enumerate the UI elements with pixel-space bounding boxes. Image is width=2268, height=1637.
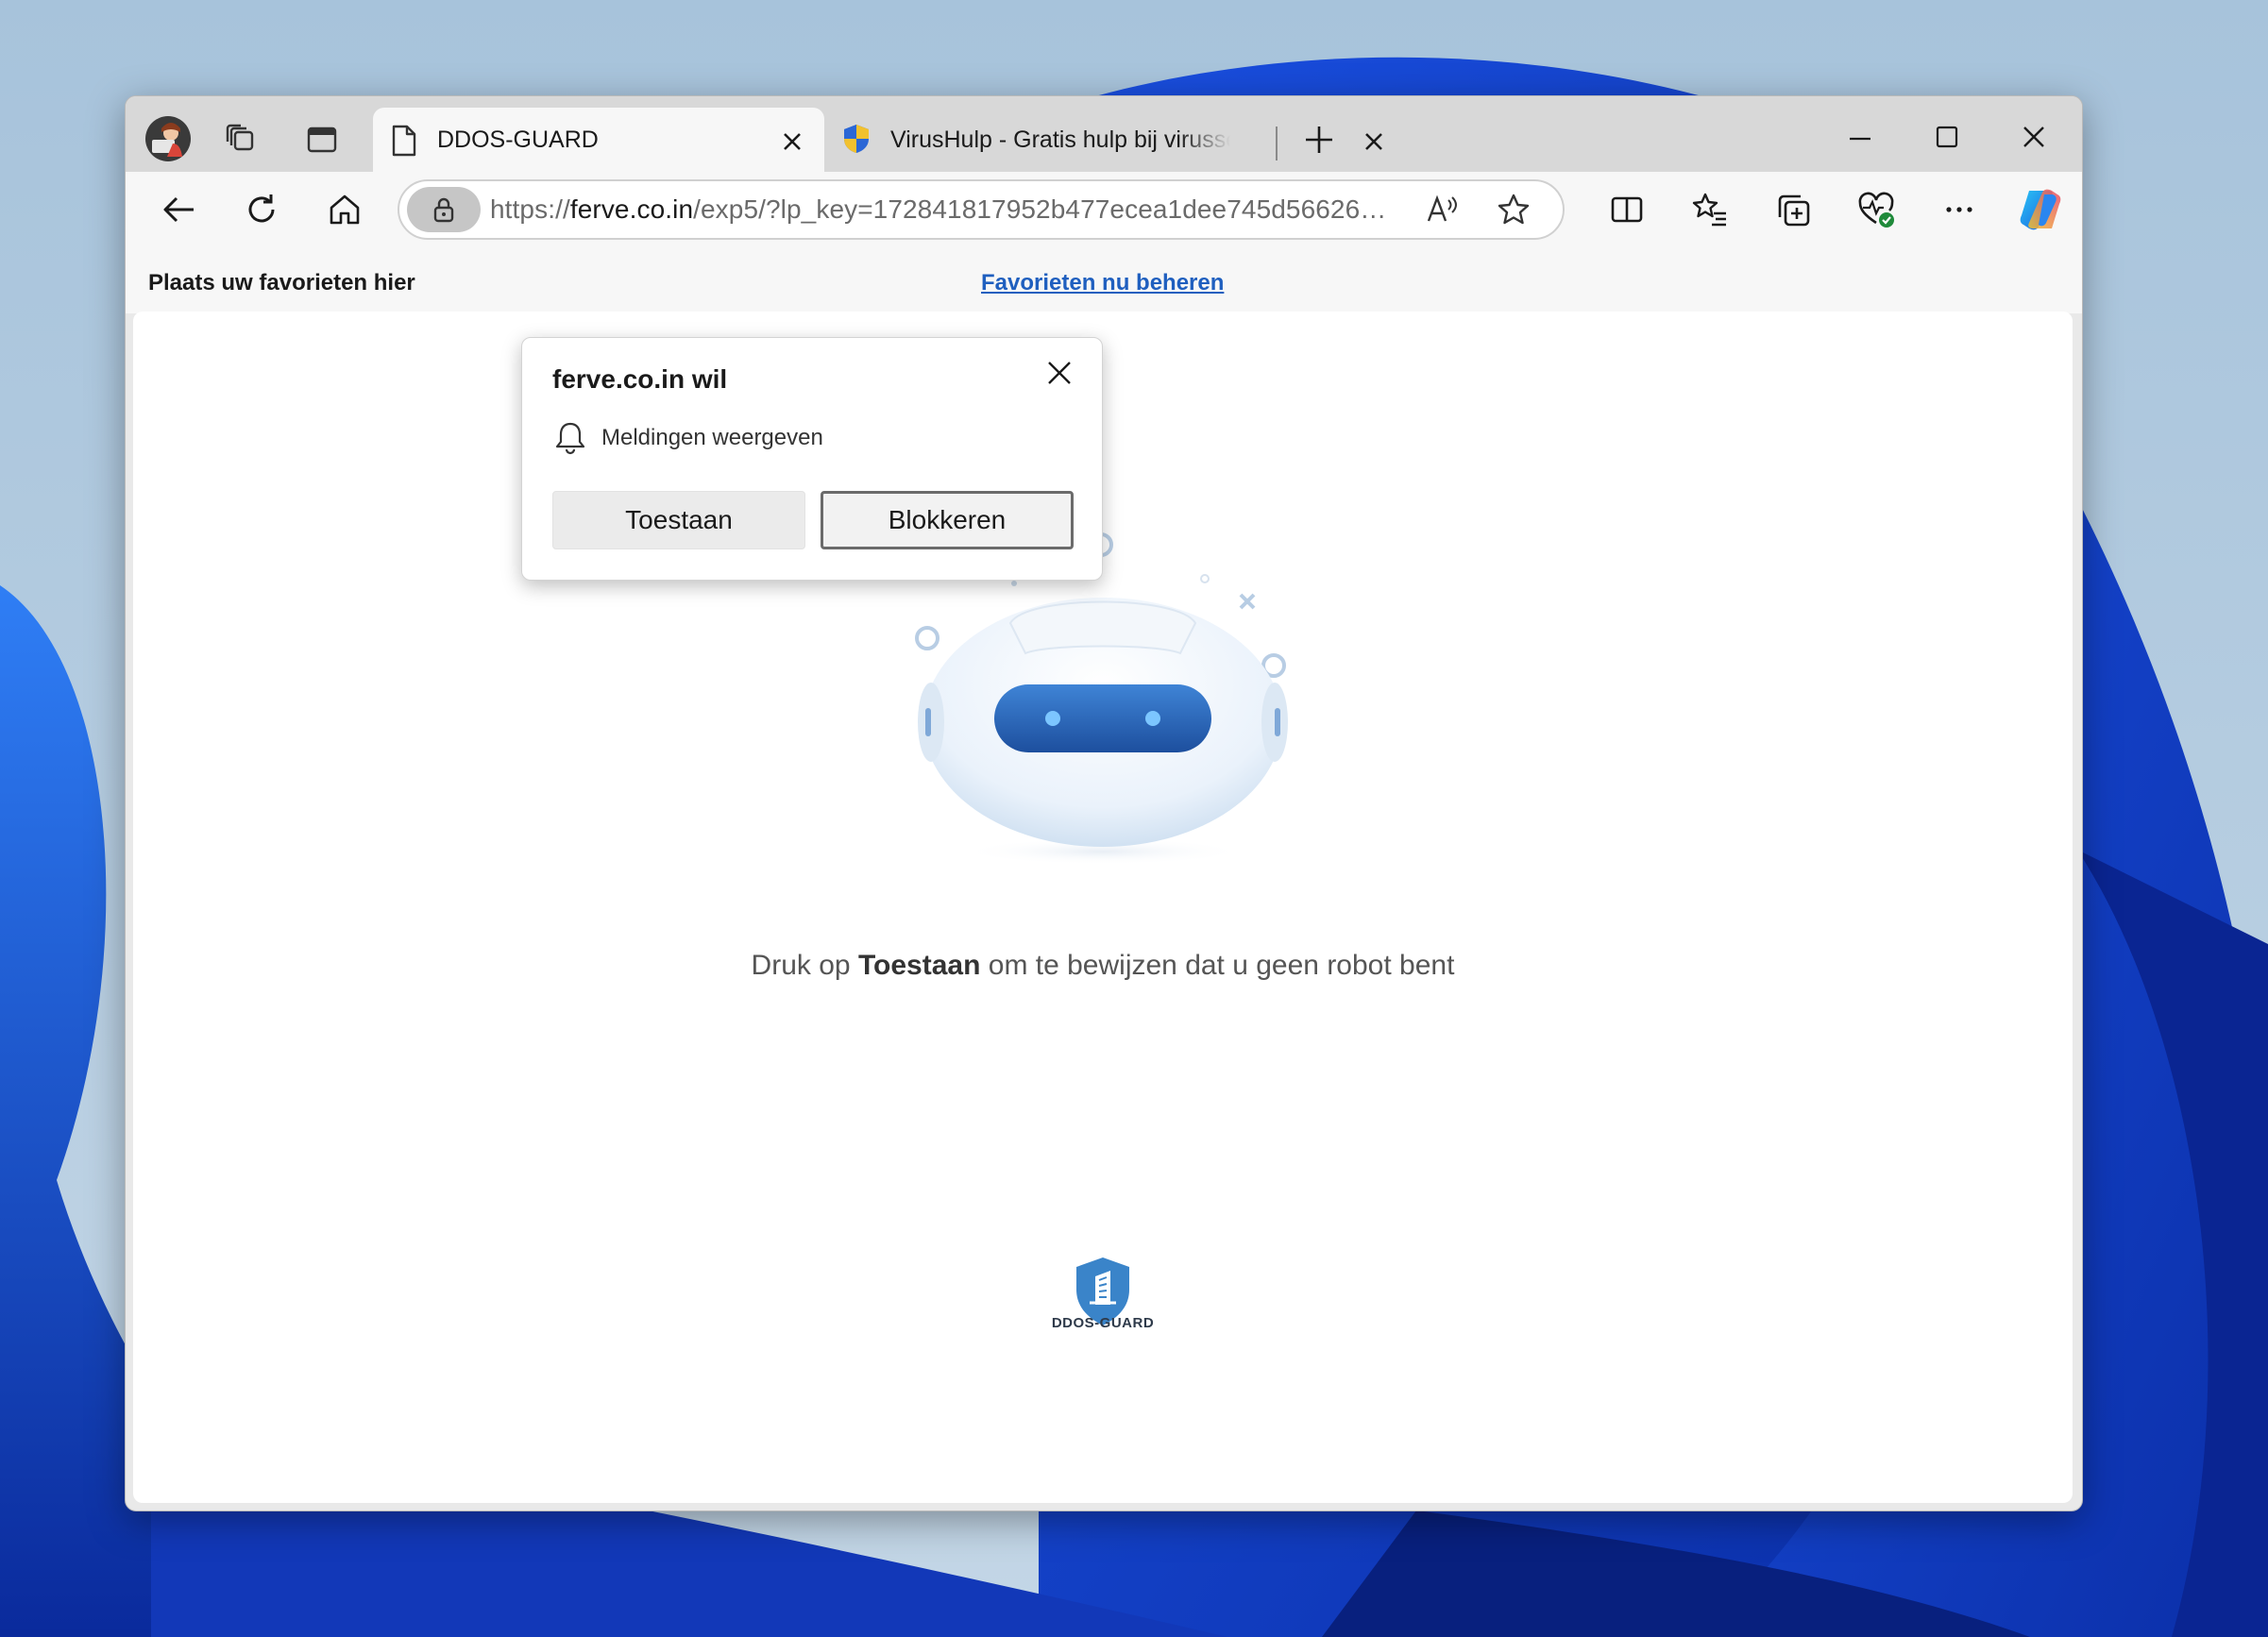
tab-ddos-guard[interactable]: DDOS-GUARD (373, 108, 824, 172)
block-button[interactable]: Blokkeren (821, 491, 1074, 549)
minimize-icon[interactable] (1846, 125, 1874, 153)
split-screen-icon[interactable] (1608, 191, 1646, 228)
favorites-icon[interactable] (1691, 191, 1729, 228)
favorite-star-icon[interactable] (1497, 193, 1531, 227)
brand-name: DDOS-GUARD (1051, 1315, 1155, 1331)
workspaces-icon[interactable] (224, 123, 258, 157)
collections-icon[interactable] (1774, 191, 1812, 228)
copilot-icon[interactable] (2016, 185, 2065, 234)
page-icon (392, 125, 416, 157)
browser-window: DDOS-GUARD VirusHulp - Gratis hulp bij v… (125, 95, 2083, 1511)
page-instruction: Druk op Toestaan om te bewijzen dat u ge… (133, 950, 2073, 982)
bell-icon (555, 422, 585, 455)
url-host: ferve.co.in (569, 194, 694, 224)
manage-favorites-link[interactable]: Favorieten nu beheren (981, 270, 1224, 296)
back-arrow-icon[interactable] (160, 191, 197, 228)
url-scheme: https:// (490, 194, 570, 224)
popup-title: ferve.co.in wil (552, 364, 728, 394)
favorites-bar: Plaats uw favorieten hier Favorieten nu … (126, 257, 2082, 313)
new-tab-icon[interactable] (1302, 123, 1336, 157)
shield-favicon-icon (844, 125, 869, 153)
close-tab-icon[interactable] (1362, 130, 1385, 153)
close-tab-icon[interactable] (781, 130, 804, 153)
notification-permission-popup: ferve.co.in wil Meldingen weergeven Toes… (521, 337, 1103, 581)
allow-button[interactable]: Toestaan (552, 491, 805, 549)
more-options-icon[interactable] (1940, 191, 1978, 228)
permission-label: Meldingen weergeven (601, 425, 823, 450)
browser-essentials-icon[interactable] (1857, 191, 1897, 230)
tab-title: DDOS-GUARD (437, 127, 599, 153)
instruction-suffix: om te bewijzen dat u geen robot bent (980, 950, 1455, 981)
navigation-toolbar: https://ferve.co.in/exp5/?lp_key=1728418… (126, 172, 2082, 257)
url-text[interactable]: https://ferve.co.in/exp5/?lp_key=1728418… (490, 194, 1396, 225)
address-bar[interactable]: https://ferve.co.in/exp5/?lp_key=1728418… (398, 179, 1565, 240)
close-window-icon[interactable] (2020, 123, 2048, 151)
tab-separator (1276, 127, 1278, 160)
lock-icon (433, 197, 454, 223)
profile-avatar-icon[interactable] (144, 115, 192, 162)
maximize-icon[interactable] (1933, 123, 1961, 151)
favorites-bar-hint: Plaats uw favorieten hier (148, 270, 415, 295)
tab-strip: DDOS-GUARD VirusHulp - Gratis hulp bij v… (126, 96, 2082, 172)
instruction-bold: Toestaan (857, 950, 981, 981)
tab-title: VirusHulp - Gratis hulp bij virussen (890, 127, 1230, 153)
url-path: /exp5/?lp_key=172841817952b477ecea1dee74… (693, 194, 1396, 224)
site-info-button[interactable] (407, 187, 481, 232)
instruction-prefix: Druk op (751, 950, 858, 981)
read-aloud-icon[interactable] (1425, 193, 1459, 227)
page-content: Druk op Toestaan om te bewijzen dat u ge… (133, 312, 2073, 1503)
home-icon[interactable] (326, 191, 364, 228)
refresh-icon[interactable] (243, 191, 280, 228)
vertical-tabs-icon[interactable] (305, 123, 339, 157)
close-popup-icon[interactable] (1045, 359, 1074, 387)
